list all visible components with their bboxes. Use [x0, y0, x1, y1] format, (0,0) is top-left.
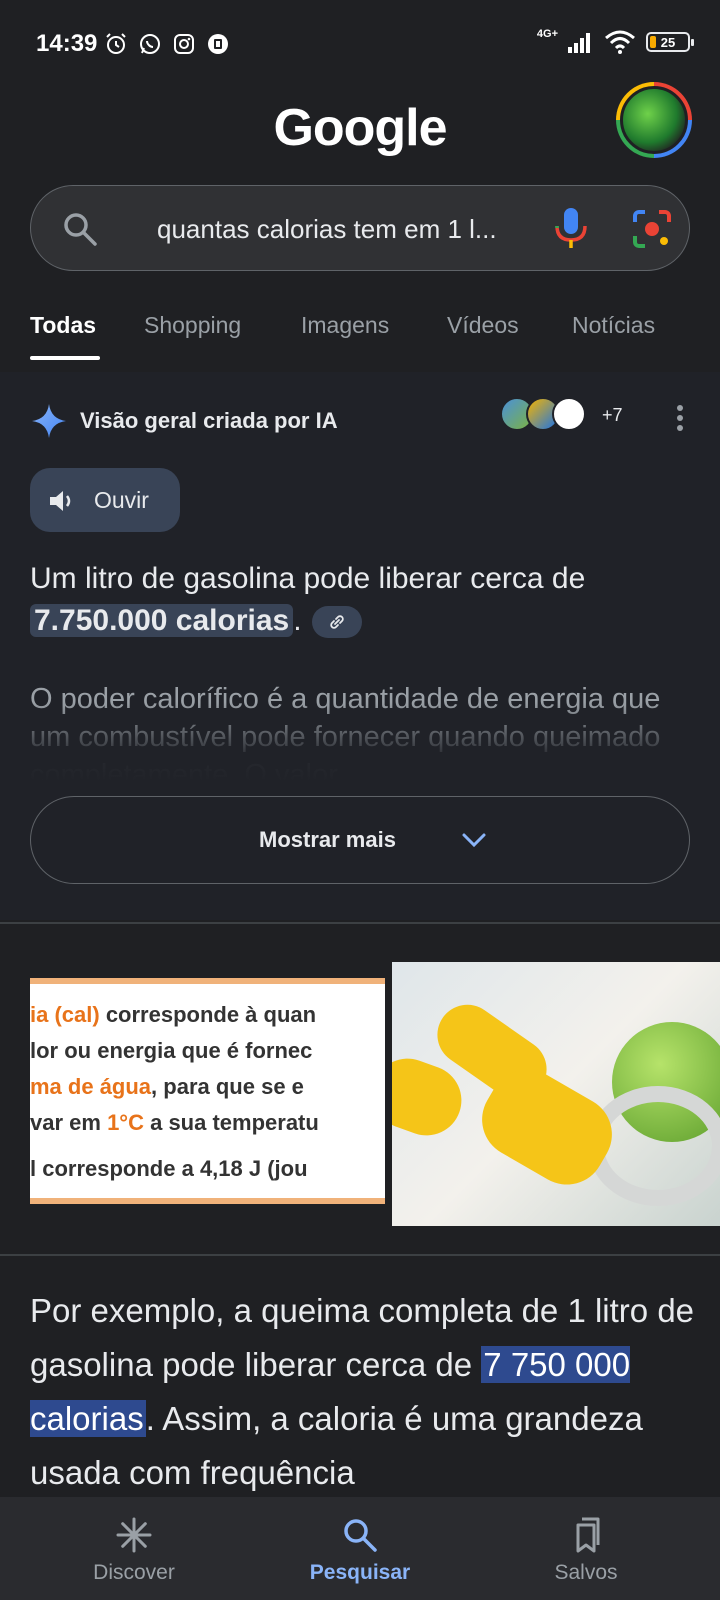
image-border	[30, 978, 385, 984]
source-icons[interactable]	[500, 397, 586, 431]
divider	[0, 922, 720, 924]
listen-button[interactable]: Ouvir	[30, 468, 180, 532]
mic-icon[interactable]	[551, 206, 591, 252]
status-time: 14:39	[36, 30, 98, 57]
ai-overview-panel: Visão geral criada por IA +7 Ouvir Um li…	[0, 372, 720, 920]
link-icon	[329, 615, 344, 629]
lens-icon[interactable]	[631, 208, 673, 250]
source-favicon	[552, 397, 586, 431]
nav-saved[interactable]: Salvos	[466, 1497, 706, 1600]
show-more-button[interactable]: Mostrar mais	[30, 796, 690, 884]
result-body-text: Por exemplo, a queima completa de 1 litr…	[30, 1284, 695, 1500]
answer-suffix: .	[293, 604, 302, 637]
avatar[interactable]	[616, 82, 692, 158]
image-result-fitness[interactable]	[392, 962, 720, 1226]
ai-answer: Um litro de gasolina pode liberar cerca …	[30, 558, 690, 642]
snippet-line: var em 1°C a sua temperatu	[30, 1110, 319, 1135]
system-status: 4G+ 25	[536, 28, 694, 54]
search-tabs: Todas Shopping Imagens Vídeos Notícias	[0, 312, 720, 362]
fade-mask	[0, 702, 720, 782]
whatsapp-icon	[140, 34, 160, 54]
answer-highlight: 7.750.000 calorias	[30, 604, 294, 637]
wifi-icon	[605, 30, 635, 54]
snippet-line: lor ou energia que é fornec	[30, 1038, 313, 1063]
saved-icon	[576, 1517, 600, 1553]
snippet-line: l corresponde a 4,18 J (jou	[30, 1156, 308, 1181]
image-result-text-snippet[interactable]: ia (cal) corresponde à quan lor ou energ…	[30, 978, 385, 1204]
speaker-icon	[50, 491, 71, 511]
answer-prefix: Um litro de gasolina pode liberar cerca …	[30, 562, 586, 595]
tab-todas[interactable]: Todas	[30, 312, 96, 339]
signal-icon	[568, 33, 590, 53]
source-count[interactable]: +7	[602, 405, 623, 426]
search-icon	[344, 1519, 377, 1552]
active-tab-indicator	[30, 356, 100, 360]
avatar-image	[620, 86, 688, 154]
google-logo[interactable]: Google	[0, 98, 720, 158]
nav-discover-label: Discover	[93, 1561, 175, 1584]
nav-saved-label: Salvos	[554, 1561, 618, 1584]
notification-icon	[208, 34, 228, 54]
image-border	[30, 1198, 385, 1204]
nav-search[interactable]: Pesquisar	[240, 1497, 480, 1600]
instagram-icon	[174, 34, 194, 54]
show-more-label: Mostrar mais	[259, 827, 396, 852]
search-icon	[64, 213, 97, 246]
notification-icons	[104, 32, 230, 56]
divider	[0, 1254, 720, 1256]
discover-icon	[116, 1517, 152, 1553]
nav-discover[interactable]: Discover	[14, 1497, 254, 1600]
chevron-down-icon	[462, 833, 486, 848]
more-vert-icon[interactable]	[672, 402, 688, 434]
tab-noticias[interactable]: Notícias	[572, 312, 655, 339]
listen-label: Ouvir	[94, 487, 149, 513]
ai-overview-title: Visão geral criada por IA	[80, 408, 338, 433]
gemini-spark-icon	[32, 404, 66, 438]
network-label: 4G+	[536, 28, 558, 40]
nav-search-label: Pesquisar	[309, 1561, 411, 1584]
battery-icon: 25	[646, 32, 694, 52]
status-bar: 14:39 4G+ 25	[0, 0, 720, 90]
snippet-line: ia (cal) corresponde à quan	[30, 1002, 317, 1027]
tab-imagens[interactable]: Imagens	[301, 312, 389, 339]
alarm-icon	[106, 33, 126, 54]
search-query[interactable]: quantas calorias tem em 1 l...	[157, 214, 497, 245]
bottom-nav: Discover Pesquisar Salvos	[0, 1497, 720, 1600]
snippet-line: ma de água, para que se e	[30, 1074, 304, 1099]
tab-shopping[interactable]: Shopping	[144, 312, 241, 339]
tab-videos[interactable]: Vídeos	[447, 312, 519, 339]
source-link-chip[interactable]	[311, 606, 362, 639]
search-input[interactable]: quantas calorias tem em 1 l...	[30, 185, 690, 271]
battery-level: 25	[660, 34, 676, 50]
